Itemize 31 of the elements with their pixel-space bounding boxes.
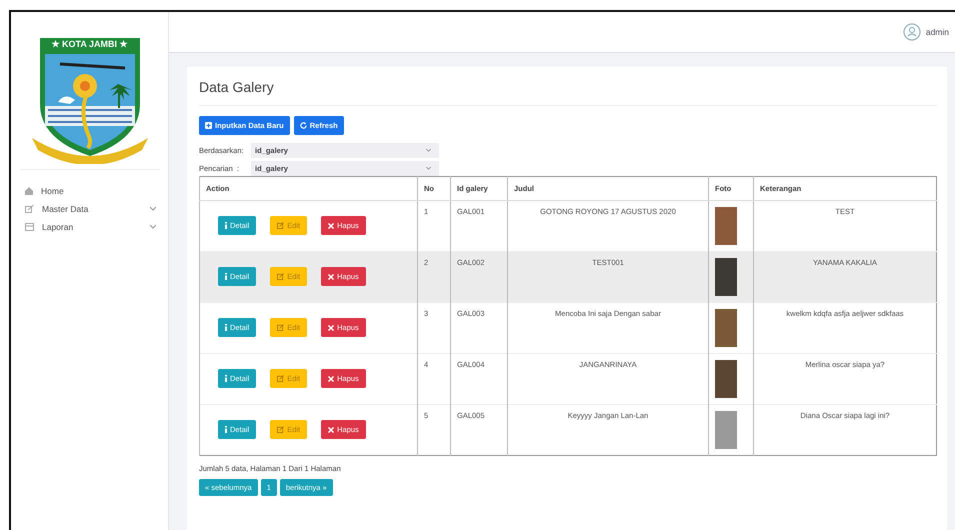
calendar-icon (25, 223, 34, 231)
caret-icon (150, 225, 156, 229)
sidebar-item[interactable]: Master Data (11, 200, 168, 218)
logo-title: ★ KOTA JAMBI ★ (50, 39, 128, 49)
photo-placeholder (715, 207, 737, 245)
user-icon (902, 23, 921, 41)
photo-placeholder (715, 309, 737, 347)
close-icon (328, 376, 334, 382)
photo-placeholder (715, 411, 737, 449)
refresh-icon (300, 122, 307, 129)
sidebar-item[interactable]: Laporan (11, 218, 168, 236)
edit-icon (277, 222, 284, 229)
close-icon (328, 222, 334, 228)
close-icon (328, 274, 334, 280)
edit-icon (277, 273, 284, 280)
photo-placeholder (715, 360, 737, 398)
edit-icon (277, 426, 284, 433)
edit-icon (277, 375, 284, 382)
caret-icon (426, 149, 431, 152)
photo-placeholder (715, 258, 737, 296)
edit-icon (277, 324, 284, 331)
user-menu[interactable]: admin (902, 23, 949, 41)
page-title: Data Galery (199, 79, 275, 95)
edit-icon (25, 205, 34, 213)
close-icon (328, 324, 334, 330)
caret-icon (150, 207, 156, 211)
home-icon (25, 187, 33, 195)
caret-icon (426, 167, 431, 170)
plus-icon (205, 122, 212, 129)
close-icon (328, 426, 334, 432)
sidebar-item[interactable]: Home (11, 182, 168, 200)
